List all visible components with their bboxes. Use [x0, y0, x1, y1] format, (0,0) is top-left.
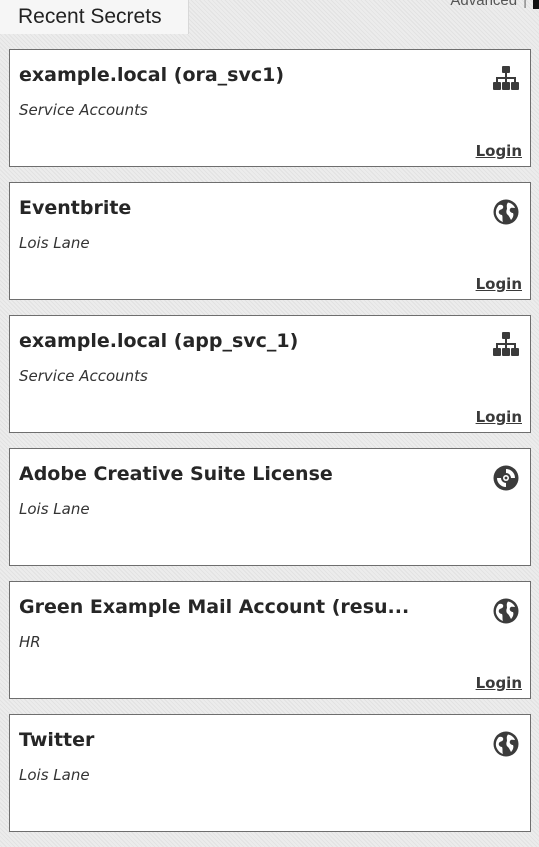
globe-icon — [492, 597, 520, 625]
secret-folder: Lois Lane — [19, 500, 90, 518]
secret-title[interactable]: example.local (ora_svc1) — [19, 63, 459, 87]
secret-card[interactable]: Eventbrite Lois Lane Login — [9, 182, 531, 300]
disc-icon — [492, 464, 520, 492]
network-icon — [492, 65, 520, 93]
separator: | — [523, 0, 527, 9]
login-link[interactable]: Login — [476, 674, 522, 692]
secret-title[interactable]: Green Example Mail Account (resu... — [19, 595, 459, 619]
secret-card[interactable]: Green Example Mail Account (resu... HR L… — [9, 581, 531, 699]
recent-secrets-list: example.local (ora_svc1) Service Account… — [9, 49, 531, 847]
login-link[interactable]: Login — [476, 275, 522, 293]
globe-icon — [492, 198, 520, 226]
secret-title[interactable]: Adobe Creative Suite License — [19, 462, 459, 486]
secret-folder: HR — [19, 633, 41, 651]
secret-title[interactable]: Eventbrite — [19, 196, 459, 220]
secret-folder: Service Accounts — [19, 367, 148, 385]
secret-folder: Lois Lane — [19, 234, 90, 252]
globe-icon — [492, 730, 520, 758]
secret-card[interactable]: example.local (app_svc_1) Service Accoun… — [9, 315, 531, 433]
menu-block-icon[interactable] — [533, 0, 539, 9]
secret-title[interactable]: Twitter — [19, 728, 459, 752]
secret-card[interactable]: Adobe Creative Suite License Lois Lane — [9, 448, 531, 566]
login-link[interactable]: Login — [476, 142, 522, 160]
advanced-link[interactable]: Advanced — [450, 0, 517, 9]
secret-card[interactable]: Twitter Lois Lane — [9, 714, 531, 832]
secret-folder: Service Accounts — [19, 101, 148, 119]
top-right-links: Advanced | — [450, 0, 539, 10]
secret-card[interactable]: example.local (ora_svc1) Service Account… — [9, 49, 531, 167]
secret-folder: Lois Lane — [19, 766, 90, 784]
section-header-tab: Recent Secrets — [0, 0, 189, 34]
login-link[interactable]: Login — [476, 408, 522, 426]
secret-title[interactable]: example.local (app_svc_1) — [19, 329, 459, 353]
page-title: Recent Secrets — [18, 5, 162, 28]
network-icon — [492, 331, 520, 359]
